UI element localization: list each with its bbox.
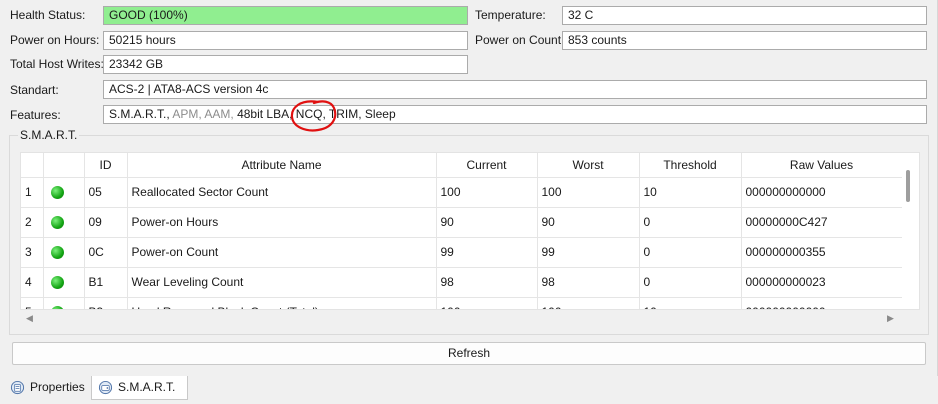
- status-ok-icon: [43, 297, 85, 309]
- smart-group-title: S.M.A.R.T.: [18, 128, 80, 142]
- features-label: Features:: [10, 108, 61, 122]
- threshold-value: 10: [639, 177, 742, 208]
- threshold-value: 10: [639, 297, 742, 309]
- power-on-count-field[interactable]: 853 counts: [562, 31, 927, 50]
- attribute-id: 05: [84, 177, 128, 208]
- table-row[interactable]: 5 B3 Used Reserved Block Count (Total) 1…: [21, 297, 903, 309]
- smart-icon: [98, 380, 113, 395]
- tab-properties[interactable]: Properties: [4, 376, 90, 400]
- row-index: 5: [21, 297, 44, 309]
- attribute-name: Power-on Count: [127, 237, 437, 268]
- threshold-value: 0: [639, 237, 742, 268]
- attribute-name: Reallocated Sector Count: [127, 177, 437, 208]
- refresh-button[interactable]: Refresh: [12, 342, 926, 365]
- worst-value: 90: [537, 207, 640, 238]
- scroll-left-arrow-icon[interactable]: ◀: [26, 312, 33, 324]
- feature-aam: AAM,: [204, 107, 234, 121]
- row-index: 1: [21, 177, 44, 208]
- status-ok-icon: [43, 237, 85, 268]
- row-index: 4: [21, 267, 44, 298]
- total-host-writes-field[interactable]: 23342 GB: [103, 55, 468, 74]
- power-on-hours-label: Power on Hours:: [10, 33, 100, 47]
- row-index: 2: [21, 207, 44, 238]
- column-header-attribute-name[interactable]: Attribute Name: [127, 153, 437, 178]
- attribute-name: Used Reserved Block Count (Total): [127, 297, 437, 309]
- attribute-name: Wear Leveling Count: [127, 267, 437, 298]
- column-header-worst[interactable]: Worst: [537, 153, 640, 178]
- vertical-scroll-thumb[interactable]: [906, 170, 910, 202]
- total-host-writes-label: Total Host Writes:: [10, 57, 104, 71]
- attribute-id: 09: [84, 207, 128, 238]
- feature-sleep: Sleep: [364, 107, 396, 121]
- column-header-raw-values[interactable]: Raw Values: [741, 153, 903, 178]
- attribute-id: B1: [84, 267, 128, 298]
- power-on-hours-field[interactable]: 50215 hours: [103, 31, 468, 50]
- feature-48bit-lba: 48bit LBA,: [237, 107, 293, 121]
- column-header-current[interactable]: Current: [436, 153, 538, 178]
- drive-info-panel: Health Status: GOOD (100%) Temperature: …: [0, 0, 938, 376]
- column-header-status[interactable]: [43, 153, 85, 178]
- temperature-field[interactable]: 32 C: [562, 6, 927, 25]
- threshold-value: 0: [639, 207, 742, 238]
- standart-field[interactable]: ACS-2 | ATA8-ACS version 4c: [103, 80, 927, 99]
- raw-value: 000000000000: [741, 177, 903, 208]
- table-header-row: ID Attribute Name Current Worst Threshol…: [21, 153, 903, 178]
- raw-value: 000000000023: [741, 267, 903, 298]
- column-header-id[interactable]: ID: [84, 153, 128, 178]
- tab-smart[interactable]: S.M.A.R.T.: [91, 376, 188, 400]
- row-index: 3: [21, 237, 44, 268]
- tab-smart-label: S.M.A.R.T.: [118, 380, 176, 394]
- table-row[interactable]: 1 05 Reallocated Sector Count 100 100 10…: [21, 177, 903, 208]
- power-on-count-label: Power on Count:: [475, 33, 565, 47]
- raw-value: 000000000000: [741, 297, 903, 309]
- status-ok-icon: [43, 177, 85, 208]
- feature-apm: APM,: [172, 107, 202, 121]
- table-row[interactable]: 4 B1 Wear Leveling Count 98 98 0 0000000…: [21, 267, 903, 298]
- column-header-threshold[interactable]: Threshold: [639, 153, 742, 178]
- status-ok-icon: [43, 267, 85, 298]
- current-value: 100: [436, 177, 538, 208]
- column-header-index[interactable]: [21, 153, 44, 178]
- features-field[interactable]: S.M.A.R.T., APM, AAM, 48bit LBA, NCQ, TR…: [103, 105, 927, 124]
- scroll-right-arrow-icon[interactable]: ▶: [887, 312, 894, 324]
- raw-value: 00000000C427: [741, 207, 903, 238]
- health-status-label: Health Status:: [10, 8, 86, 22]
- attribute-name: Power-on Hours: [127, 207, 437, 238]
- status-ok-icon: [43, 207, 85, 238]
- attribute-id: 0C: [84, 237, 128, 268]
- current-value: 90: [436, 207, 538, 238]
- attribute-id: B3: [84, 297, 128, 309]
- worst-value: 100: [537, 177, 640, 208]
- trim-annotation-circle: [290, 100, 337, 132]
- tab-properties-label: Properties: [30, 380, 85, 394]
- smart-table[interactable]: ID Attribute Name Current Worst Threshol…: [20, 152, 920, 310]
- standart-label: Standart:: [10, 83, 59, 97]
- table-row[interactable]: 3 0C Power-on Count 99 99 0 000000000355: [21, 237, 903, 268]
- table-row[interactable]: 2 09 Power-on Hours 90 90 0 00000000C427: [21, 207, 903, 238]
- current-value: 100: [436, 297, 538, 309]
- temperature-label: Temperature:: [475, 8, 546, 22]
- horizontal-scrollbar[interactable]: [20, 310, 902, 326]
- current-value: 98: [436, 267, 538, 298]
- worst-value: 100: [537, 297, 640, 309]
- threshold-value: 0: [639, 267, 742, 298]
- feature-smart: S.M.A.R.T.,: [109, 107, 170, 121]
- worst-value: 98: [537, 267, 640, 298]
- worst-value: 99: [537, 237, 640, 268]
- current-value: 99: [436, 237, 538, 268]
- health-status-field[interactable]: GOOD (100%): [103, 6, 468, 25]
- raw-value: 000000000355: [741, 237, 903, 268]
- properties-icon: [10, 380, 25, 395]
